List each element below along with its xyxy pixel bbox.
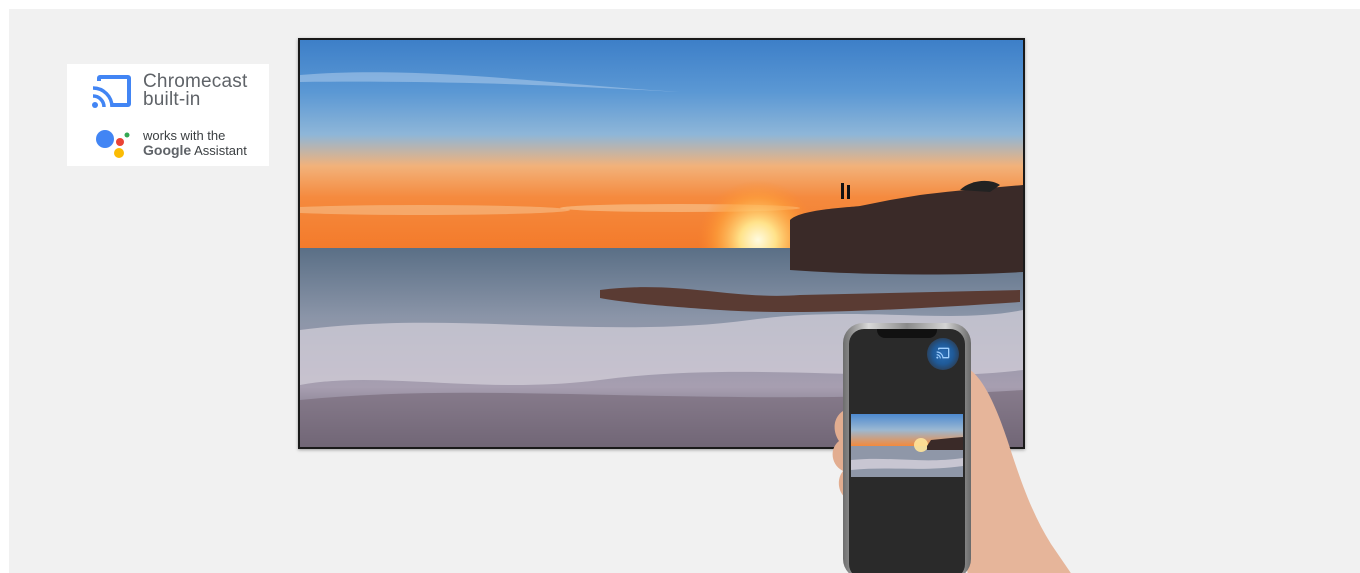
phone-screen [849, 329, 965, 573]
assistant-line-1: works with the [143, 127, 226, 143]
assistant-brand: Google [143, 141, 192, 158]
chromecast-badge: Chromecast built-in [91, 72, 247, 110]
cast-button[interactable] [927, 338, 959, 370]
smartphone [843, 323, 971, 573]
phone-video-thumbnail[interactable] [851, 414, 963, 477]
assistant-word: Assistant [194, 142, 247, 158]
google-assistant-badge: works with the Google Assistant [95, 126, 247, 160]
google-assistant-icon [96, 130, 130, 158]
chromecast-subtitle: built-in [143, 89, 201, 110]
cast-button-icon [936, 347, 950, 359]
phone-notch [877, 329, 937, 338]
feature-badge-card: Chromecast built-in works with the Googl… [67, 64, 269, 166]
promo-stage: Chromecast built-in works with the Googl… [9, 9, 1360, 573]
cast-icon [92, 75, 131, 108]
